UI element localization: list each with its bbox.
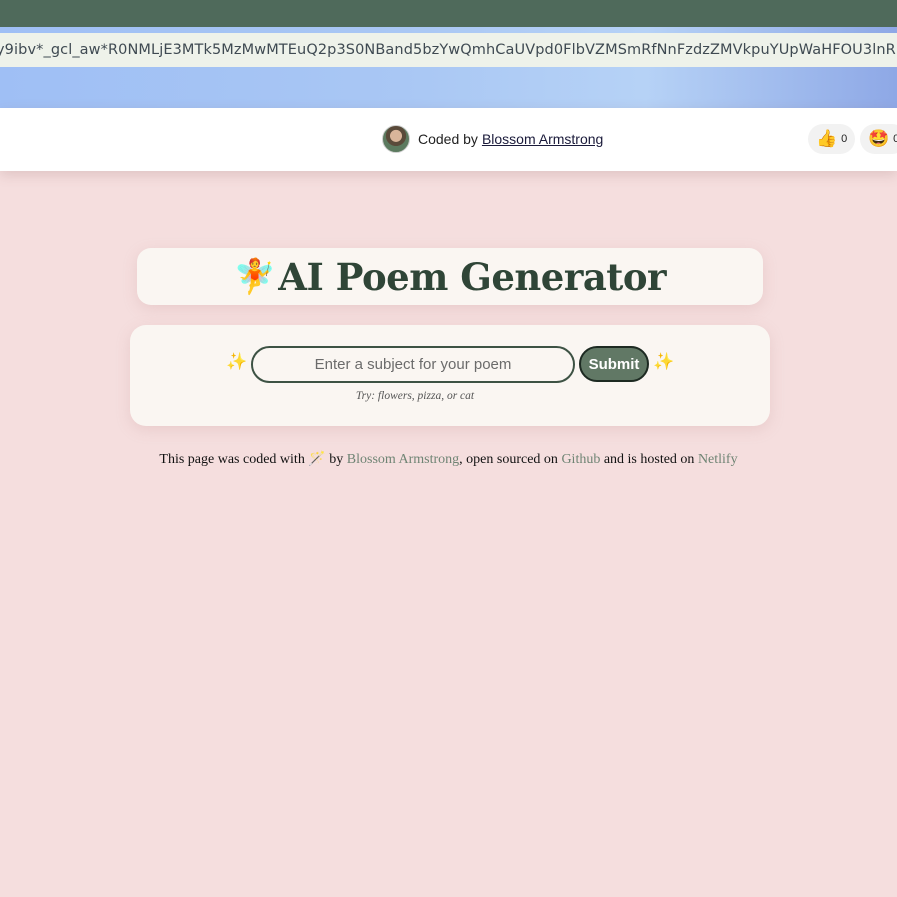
reaction-thumbs-up-button[interactable]: 👍 0: [808, 124, 856, 154]
credit-bar: Coded by Blossom Armstrong: [0, 108, 897, 171]
author-credit: Coded by Blossom Armstrong: [382, 125, 603, 153]
footer-text: and is hosted on: [600, 452, 698, 467]
footer-text: This page was coded with: [159, 452, 309, 467]
url-strip: y9ibv*_gcl_aw*R0NMLjE3MTk5MzMwMTEuQ2p3S0…: [0, 33, 897, 67]
title-card: 🧚 AI Poem Generator: [137, 248, 763, 305]
avatar: [382, 125, 410, 153]
github-link[interactable]: Github: [561, 452, 600, 467]
url-text: y9ibv*_gcl_aw*R0NMLjE3MTk5MzMwMTEuQ2p3S0…: [0, 42, 897, 58]
magic-wand-icon: 🪄: [308, 452, 326, 467]
thumbs-up-icon: 👍: [816, 129, 838, 148]
sparkles-icon: ✨: [226, 352, 248, 371]
submit-button[interactable]: Submit: [579, 346, 649, 382]
author-link[interactable]: Blossom Armstrong: [482, 131, 603, 147]
footer-text: by: [325, 452, 347, 467]
top-band: [0, 0, 897, 27]
footer-author-link[interactable]: Blossom Armstrong: [347, 452, 459, 467]
footer-text: , open sourced on: [459, 452, 562, 467]
credit-text: Coded by Blossom Armstrong: [418, 131, 603, 147]
input-hint: Try: flowers, pizza, or cat: [355, 390, 475, 402]
subject-input[interactable]: [251, 346, 575, 383]
netlify-link[interactable]: Netlify: [698, 452, 738, 467]
reaction-count: 0: [841, 133, 848, 145]
credit-prefix: Coded by: [418, 131, 478, 147]
banner: y9ibv*_gcl_aw*R0NMLjE3MTk5MzMwMTEuQ2p3S0…: [0, 27, 897, 108]
page-title: AI Poem Generator: [278, 254, 667, 299]
fairy-icon: 🧚: [233, 257, 277, 296]
poem-form: ✨ Submit ✨ Try: flowers, pizza, or cat: [130, 325, 770, 426]
footer: This page was coded with 🪄 by Blossom Ar…: [0, 451, 897, 468]
reaction-star-struck-button[interactable]: 🤩 0: [860, 124, 897, 154]
sparkles-icon: ✨: [653, 352, 675, 371]
star-struck-icon: 🤩: [868, 129, 890, 148]
reaction-count: 0: [893, 133, 897, 145]
